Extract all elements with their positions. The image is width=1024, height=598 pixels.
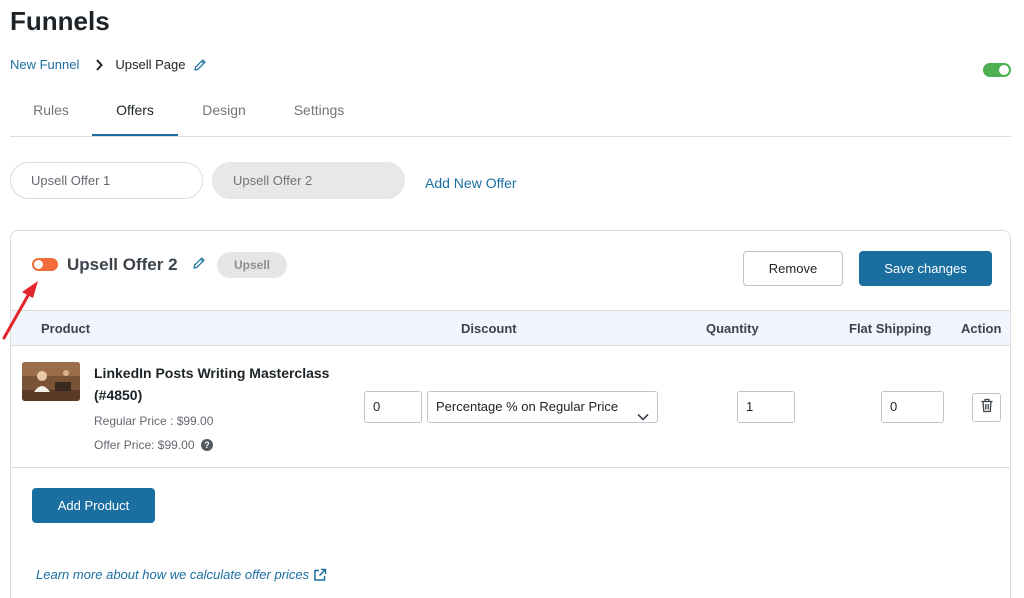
discount-type-select[interactable]: Percentage % on Regular Price xyxy=(427,391,658,423)
chevron-right-icon xyxy=(95,58,104,71)
page-title: Funnels xyxy=(10,6,110,36)
remove-button[interactable]: Remove xyxy=(743,251,843,286)
column-header-quantity: Quantity xyxy=(706,321,759,336)
offer-type-badge: Upsell xyxy=(217,252,287,278)
chevron-down-icon xyxy=(637,402,649,432)
discount-type-value: Percentage % on Regular Price xyxy=(436,399,619,414)
question-circle-icon[interactable]: ? xyxy=(200,439,213,451)
add-product-button[interactable]: Add Product xyxy=(32,488,155,523)
offer-price: Offer Price: $99.00 ? xyxy=(94,438,213,452)
product-thumbnail xyxy=(22,362,80,401)
tab-rules[interactable]: Rules xyxy=(10,86,92,136)
flat-shipping-input[interactable]: 0 xyxy=(881,391,944,423)
pencil-icon[interactable] xyxy=(193,58,207,72)
offer-pill-upsell-offer-2[interactable]: Upsell Offer 2 xyxy=(212,162,405,199)
external-link-icon xyxy=(313,568,327,582)
column-header-flat-shipping: Flat Shipping xyxy=(849,321,932,336)
column-header-discount: Discount xyxy=(461,321,517,336)
offer-card: Upsell Offer 2 Upsell Remove Save change… xyxy=(10,230,1011,598)
offer-price-text: Offer Price: $99.00 xyxy=(94,438,195,452)
tab-offers[interactable]: Offers xyxy=(92,86,178,136)
tab-design[interactable]: Design xyxy=(178,86,270,136)
discount-value-input[interactable]: 0 xyxy=(364,391,422,423)
breadcrumb-new-funnel-link[interactable]: New Funnel xyxy=(10,57,79,72)
save-changes-button[interactable]: Save changes xyxy=(859,251,992,286)
funnel-enabled-toggle[interactable] xyxy=(983,63,1011,77)
learn-more-text: Learn more about how we calculate offer … xyxy=(36,567,310,582)
table-row: LinkedIn Posts Writing Masterclass (#485… xyxy=(11,346,1010,468)
svg-text:?: ? xyxy=(204,440,210,450)
tabs-bar: Rules Offers Design Settings xyxy=(10,86,1011,137)
column-header-action: Action xyxy=(961,321,1002,336)
breadcrumb-current-page: Upsell Page xyxy=(115,57,186,72)
quantity-input[interactable]: 1 xyxy=(737,391,795,423)
offer-pill-upsell-offer-1[interactable]: Upsell Offer 1 xyxy=(10,162,203,199)
regular-price: Regular Price : $99.00 xyxy=(94,414,214,428)
add-new-offer-link[interactable]: Add New Offer xyxy=(425,175,517,191)
column-header-product: Product xyxy=(41,321,91,336)
annotation-arrow xyxy=(2,281,38,340)
offer-name: Upsell Offer 2 xyxy=(67,255,178,274)
breadcrumb: New Funnel Upsell Page xyxy=(10,57,207,72)
offer-enabled-toggle[interactable] xyxy=(32,258,58,271)
pencil-icon[interactable] xyxy=(192,256,206,275)
product-name: LinkedIn Posts Writing Masterclass (#485… xyxy=(94,365,330,403)
learn-more-link[interactable]: Learn more about how we calculate offer … xyxy=(36,567,327,582)
trash-icon xyxy=(980,398,994,418)
tab-settings[interactable]: Settings xyxy=(270,86,368,136)
products-table-header: Product Discount Quantity Flat Shipping … xyxy=(11,310,1010,346)
delete-product-button[interactable] xyxy=(972,393,1001,422)
